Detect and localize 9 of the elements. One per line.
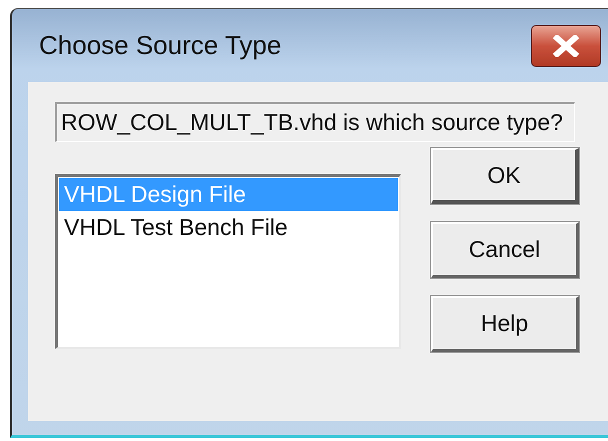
source-type-list[interactable]: VHDL Design File VHDL Test Bench File [55,174,401,349]
window-title: Choose Source Type [39,30,282,61]
ok-button[interactable]: OK [431,148,579,204]
help-button[interactable]: Help [431,296,579,352]
list-item[interactable]: VHDL Test Bench File [59,211,398,244]
close-button[interactable] [531,24,601,66]
message-text: ROW_COL_MULT_TB.vhd is which source type? [55,102,575,142]
cancel-button[interactable]: Cancel [431,222,579,278]
close-icon [551,34,581,56]
